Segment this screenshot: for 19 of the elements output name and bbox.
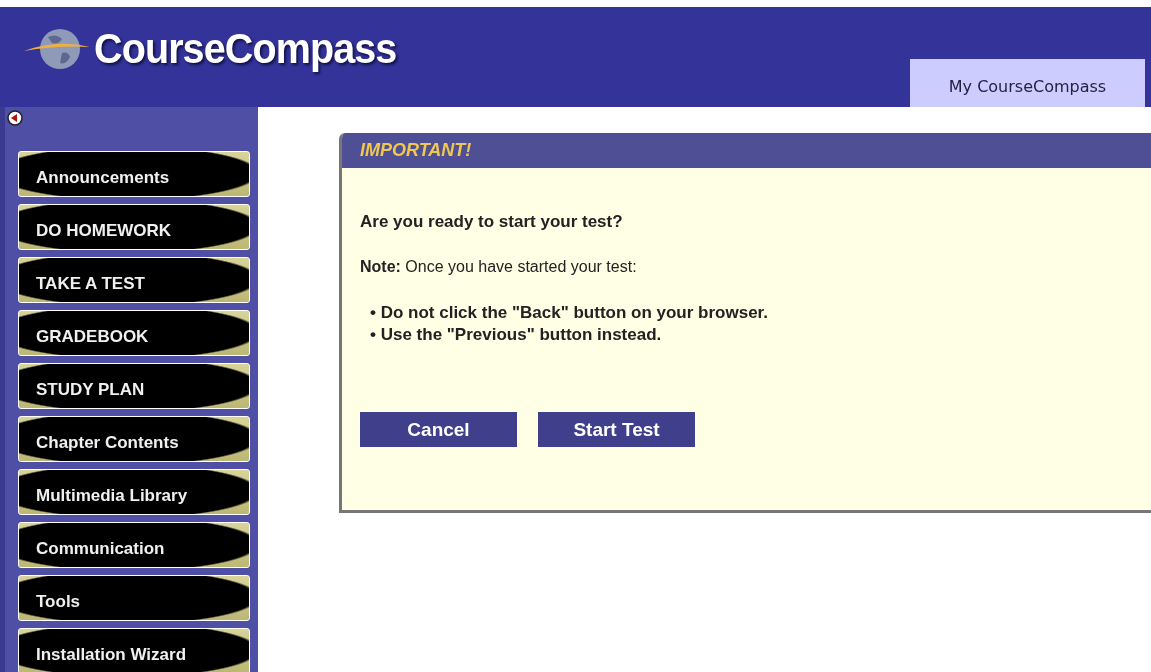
sidebar-item[interactable]: Chapter Contents: [18, 416, 250, 462]
sidebar-item[interactable]: Multimedia Library: [18, 469, 250, 515]
sidebar-item[interactable]: TAKE A TEST: [18, 257, 250, 303]
cancel-button[interactable]: Cancel: [360, 412, 517, 447]
question-text: Are you ready to start your test?: [360, 212, 624, 232]
sidebar-item[interactable]: Announcements: [18, 151, 250, 197]
nav-tab[interactable]: My CourseCompass: [910, 59, 1145, 107]
note-text: Note: Once you have started your test:: [360, 258, 638, 276]
instruction-text: • Do not click the "Back" button on your browser.: [370, 302, 769, 324]
sidebar-item[interactable]: Tools: [18, 575, 250, 621]
instruction-text: • Use the "Previous" button instead.: [370, 324, 663, 346]
sidebar-item[interactable]: DO HOMEWORK: [18, 204, 250, 250]
logo-text: CourseCompass: [94, 23, 397, 73]
sidebar-item[interactable]: Communication: [18, 522, 250, 568]
sidebar-item[interactable]: Installation Wizard: [18, 628, 250, 672]
start-test-button[interactable]: Start Test: [538, 412, 695, 447]
sidebar-item[interactable]: GRADEBOOK: [18, 310, 250, 356]
dialog-title: IMPORTANT!: [360, 140, 472, 161]
sidebar-item[interactable]: STUDY PLAN: [18, 363, 250, 409]
